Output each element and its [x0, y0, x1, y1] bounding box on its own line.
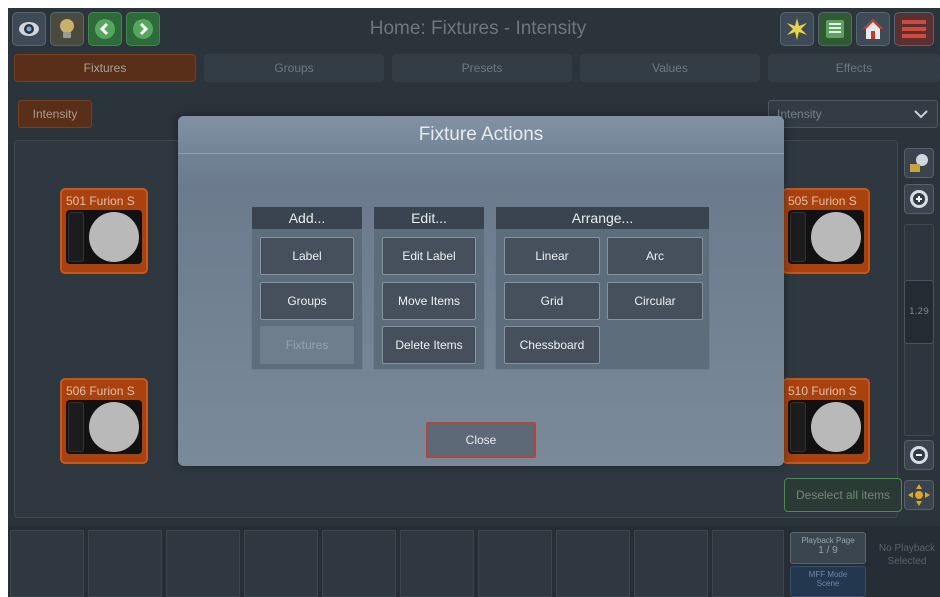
zoom-in-button[interactable]	[904, 184, 934, 214]
eye-button[interactable]	[12, 12, 46, 46]
zoom-out-button[interactable]	[904, 440, 934, 470]
arrange-heading: Arrange...	[496, 207, 709, 229]
edit-label-button[interactable]: Edit Label	[382, 237, 476, 275]
playback-slot[interactable]	[634, 530, 708, 597]
menu-icon	[902, 20, 926, 38]
tab-values[interactable]: Values	[580, 54, 760, 82]
fixture-intensity-bar	[790, 402, 806, 452]
back-button[interactable]	[88, 12, 122, 46]
eye-icon	[19, 22, 39, 36]
fixture-label: 510 Furion S	[788, 384, 857, 398]
fixture-label: 505 Furion S	[788, 194, 857, 208]
fixture-510[interactable]: 510 Furion S	[782, 378, 870, 464]
edit-heading: Edit...	[374, 207, 484, 229]
home-icon	[863, 19, 883, 39]
fixture-beam-icon	[89, 212, 139, 262]
dropdown-value: Intensity	[777, 107, 822, 121]
fixture-beam-icon	[811, 402, 861, 452]
attribute-dropdown[interactable]: Intensity	[768, 100, 938, 128]
fixture-body	[66, 210, 142, 264]
mff-mode-value: Scene	[816, 579, 840, 588]
playback-slot[interactable]	[244, 530, 318, 597]
mff-mode-label: MFF Mode	[808, 570, 848, 579]
playback-slot[interactable]	[400, 530, 474, 597]
add-group: Add... Label Groups Fixtures	[251, 206, 363, 370]
lightbulb-button[interactable]	[50, 12, 84, 46]
fixture-intensity-bar	[790, 212, 806, 262]
playback-slot[interactable]	[478, 530, 552, 597]
fixture-506[interactable]: 506 Furion S	[60, 378, 148, 464]
edit-group: Edit... Edit Label Move Items Delete Ite…	[373, 206, 485, 370]
fixture-label: 506 Furion S	[66, 384, 135, 398]
playback-slot[interactable]	[10, 530, 84, 597]
playback-page-value: 1 / 9	[818, 545, 838, 556]
playback-slot[interactable]	[556, 530, 630, 597]
chevron-left-icon	[95, 19, 115, 39]
add-label-button[interactable]: Label	[260, 237, 354, 275]
sheet-button[interactable]	[818, 12, 852, 46]
tab-presets[interactable]: Presets	[392, 54, 572, 82]
move-items-button[interactable]: Move Items	[382, 282, 476, 320]
intensity-button[interactable]: Intensity	[18, 100, 92, 128]
add-fixtures-button[interactable]: Fixtures	[260, 326, 354, 364]
chevron-down-icon	[914, 110, 928, 119]
dialog-title: Fixture Actions	[418, 124, 544, 145]
playback-slot[interactable]	[712, 530, 784, 597]
arrange-grid-button[interactable]: Grid	[504, 282, 600, 320]
zoom-value: 1.29	[904, 280, 934, 344]
add-groups-button[interactable]: Groups	[260, 282, 354, 320]
arrange-arc-button[interactable]: Arc	[607, 237, 703, 275]
playback-slot[interactable]	[166, 530, 240, 597]
home-button[interactable]	[856, 12, 890, 46]
no-playback-label: No Playback Selected	[878, 543, 936, 567]
mff-mode-button[interactable]: MFF Mode Scene	[790, 566, 866, 597]
minus-icon	[910, 446, 928, 464]
fixture-beam-icon	[89, 402, 139, 452]
move-arrows-icon	[908, 484, 930, 506]
add-heading: Add...	[252, 207, 362, 229]
forward-button[interactable]	[126, 12, 160, 46]
playback-slot[interactable]	[88, 530, 162, 597]
app-window: Home: Fixtures - Intensity Fixtures Grou…	[8, 8, 940, 597]
fixture-body	[788, 400, 864, 454]
close-button[interactable]: Close	[426, 422, 536, 458]
page-title: Home: Fixtures - Intensity	[369, 18, 587, 39]
tab-groups[interactable]: Groups	[204, 54, 384, 82]
playback-page-button[interactable]: Playback Page 1 / 9	[790, 532, 866, 564]
spotlight-icon	[910, 154, 928, 172]
tab-effects[interactable]: Effects	[768, 54, 940, 82]
lightbulb-icon	[60, 19, 74, 38]
arrange-circular-button[interactable]: Circular	[607, 282, 703, 320]
fixture-body	[66, 400, 142, 454]
delete-items-button[interactable]: Delete Items	[382, 326, 476, 364]
menu-button[interactable]	[894, 12, 934, 46]
fixture-intensity-bar	[68, 212, 84, 262]
fixture-actions-dialog: Fixture Actions Add... Label Groups Fixt…	[178, 116, 784, 466]
fixture-beam-icon	[811, 212, 861, 262]
arrange-group: Arrange... Linear Arc Grid Circular Ches…	[495, 206, 710, 370]
fixture-intensity-bar	[68, 402, 84, 452]
fixture-label: 501 Furion S	[66, 194, 135, 208]
move-button[interactable]	[904, 480, 934, 510]
fixture-body	[788, 210, 864, 264]
playback-slot[interactable]	[322, 530, 396, 597]
arrange-chessboard-button[interactable]: Chessboard	[504, 326, 600, 364]
highlight-button[interactable]	[780, 12, 814, 46]
playback-page-label: Playback Page	[801, 536, 855, 545]
fixture-501[interactable]: 501 Furion S	[60, 188, 148, 274]
chevron-right-icon	[133, 19, 153, 39]
tab-fixtures[interactable]: Fixtures	[14, 54, 196, 82]
plus-icon	[910, 190, 928, 208]
view-button[interactable]	[904, 148, 934, 178]
star-burst-icon	[787, 18, 807, 40]
sheet-icon	[826, 20, 844, 38]
arrange-linear-button[interactable]: Linear	[504, 237, 600, 275]
fixture-505[interactable]: 505 Furion S	[782, 188, 870, 274]
deselect-all-button[interactable]: Deselect all items	[784, 478, 902, 512]
